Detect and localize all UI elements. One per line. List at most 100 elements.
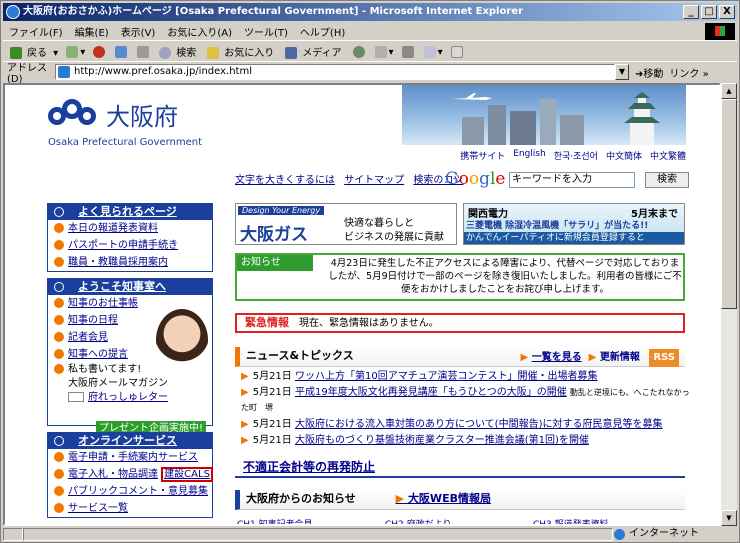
google-logo: Google bbox=[445, 169, 506, 189]
text-size-link[interactable]: 文字を大きくするには bbox=[235, 175, 335, 186]
links-toolbar[interactable]: リンク » bbox=[663, 65, 708, 80]
orange-bullet-icon bbox=[54, 240, 64, 250]
news-link[interactable]: 大阪府における流入車対策のあり方について(中間報告)に対する府民意見等を募集 bbox=[295, 419, 663, 430]
updates-link[interactable]: 更新情報 bbox=[600, 352, 640, 363]
list-item[interactable]: パスポートの申請手続き bbox=[48, 237, 212, 254]
status-text bbox=[23, 528, 613, 541]
orange-bullet-icon bbox=[54, 486, 64, 496]
web-info-link[interactable]: ▶ 大阪WEB情報局 bbox=[396, 492, 491, 505]
history-button[interactable] bbox=[350, 45, 370, 58]
discuss-button[interactable] bbox=[448, 45, 468, 58]
news-link[interactable]: 平成19年度大阪文化再発見講座「もうひとつの大阪」の開催 bbox=[295, 387, 567, 398]
news-header: ニュース&トピックス ▶ 一覧を見る ▶ 更新情報 RSS bbox=[235, 347, 685, 367]
zone-label: インターネット bbox=[629, 528, 699, 539]
channel-2-link[interactable]: CH2 府政だより bbox=[385, 517, 451, 524]
osaka-gas-banner[interactable]: Design Your Energy 大阪ガス 快適な暮らしと ビジネスの発展に… bbox=[235, 203, 457, 245]
korean-link[interactable]: 한국·조선어 bbox=[554, 149, 598, 162]
forward-button[interactable]: ▾ bbox=[63, 45, 88, 58]
orange-bullet-icon bbox=[54, 469, 64, 479]
print-icon bbox=[401, 45, 414, 58]
emergency-label: 緊急情報 bbox=[245, 316, 289, 329]
list-item[interactable]: 電子申請・手続案内サービス bbox=[48, 449, 212, 466]
vertical-scrollbar[interactable]: ▲ ▼ bbox=[721, 83, 737, 526]
chinese-traditional-link[interactable]: 中文繁體 bbox=[650, 149, 686, 162]
home-button[interactable] bbox=[134, 45, 154, 58]
menu-view[interactable]: 表示(V) bbox=[115, 24, 162, 39]
scroll-up-arrow[interactable]: ▲ bbox=[721, 83, 737, 99]
letter-label: 府れっしゅレター bbox=[88, 392, 168, 403]
gas-name: 大阪ガス bbox=[240, 225, 308, 245]
orange-bullet-icon bbox=[54, 349, 64, 359]
online-services-title[interactable]: オンラインサービス bbox=[70, 433, 177, 449]
search-row: 文字を大きくするには サイトマップ 検索のコツ Google キーワードを入力 … bbox=[235, 169, 689, 191]
channel-3-link[interactable]: CH3 報道発表資料 bbox=[533, 517, 609, 524]
home-icon bbox=[137, 45, 150, 58]
web-info-label: 大阪WEB情報局 bbox=[407, 492, 491, 505]
title-bar: 大阪府(おおさかふ)ホームページ [Osaka Prefectural Gove… bbox=[3, 3, 737, 21]
list-item-label: 記者会見 bbox=[68, 332, 108, 343]
rss-icon[interactable]: RSS bbox=[649, 349, 679, 367]
page-icon bbox=[58, 66, 70, 78]
menu-help[interactable]: ヘルプ(H) bbox=[294, 24, 351, 39]
list-item-label: 本日の報道発表資料 bbox=[68, 223, 158, 234]
list-item[interactable]: サービス一覧 bbox=[48, 500, 212, 517]
sitemap-link[interactable]: サイトマップ bbox=[344, 175, 404, 186]
media-icon bbox=[285, 47, 298, 59]
url-field[interactable]: http://www.pref.osaka.jp/index.html bbox=[55, 64, 615, 80]
back-button[interactable]: 戻る ▾ bbox=[7, 44, 61, 59]
list-item[interactable]: 本日の報道発表資料 bbox=[48, 220, 212, 237]
site-logo-text[interactable]: 大阪府 bbox=[106, 97, 178, 132]
list-item-label: 職員・教職員採用案内 bbox=[68, 257, 168, 268]
scroll-down-arrow[interactable]: ▼ bbox=[721, 510, 737, 526]
channel-1-link[interactable]: CH1 知事記者会見 bbox=[237, 517, 313, 524]
menu-edit[interactable]: 編集(E) bbox=[69, 24, 115, 39]
letter-link[interactable]: 府れっしゅレター bbox=[48, 390, 212, 405]
language-links: 携帯サイト English 한국·조선어 中文簡体 中文繁體 bbox=[402, 149, 686, 162]
e-bidding-link[interactable]: 電子入札・物品調達 bbox=[68, 469, 158, 480]
list-item[interactable]: パブリックコメント・意見募集 bbox=[48, 483, 212, 500]
menu-favorites[interactable]: お気に入り(A) bbox=[161, 24, 238, 39]
improper-accounting-link[interactable]: 不適正会計等の再発防止 bbox=[235, 458, 685, 478]
orange-bullet-icon bbox=[54, 223, 64, 233]
kansai-electric-banner[interactable]: 関西電力 5月末まで 三菱電機 除湿冷温風機「サラリ」が当たる!! かんでんイー… bbox=[463, 203, 685, 245]
mail-button[interactable]: ▾ bbox=[372, 45, 397, 58]
kepco-cta: かんでんイーパティオに新規会員登録すると bbox=[464, 232, 684, 244]
edit-button[interactable]: ▾ bbox=[421, 45, 446, 58]
stop-button[interactable] bbox=[90, 45, 110, 58]
refresh-button[interactable] bbox=[112, 45, 132, 58]
search-input[interactable]: キーワードを入力 bbox=[509, 172, 635, 188]
english-link[interactable]: English bbox=[513, 149, 546, 162]
menu-tools[interactable]: ツール(T) bbox=[238, 24, 294, 39]
menu-file[interactable]: ファイル(F) bbox=[3, 24, 69, 39]
maximize-button[interactable]: □ bbox=[701, 5, 717, 19]
address-dropdown[interactable]: ▼ bbox=[615, 64, 629, 80]
list-item-label: 知事のお仕事帳 bbox=[68, 298, 138, 309]
notice-tag: お知らせ bbox=[237, 255, 313, 271]
page-viewport: 大阪府 Osaka Prefectural Government 携帯サイト E… bbox=[3, 83, 721, 526]
news-date: 5月21日 bbox=[252, 371, 292, 382]
chinese-simplified-link[interactable]: 中文簡体 bbox=[606, 149, 642, 162]
media-button[interactable]: メディア bbox=[282, 44, 347, 59]
governor-title[interactable]: ようこそ知事室へ bbox=[70, 279, 166, 295]
list-item[interactable]: 職員・教職員採用案内 bbox=[48, 254, 212, 271]
search-submit-button[interactable]: 検索 bbox=[645, 172, 689, 188]
search-button[interactable]: 検索 bbox=[156, 44, 202, 59]
popular-pages-title[interactable]: よく見られるページ bbox=[70, 204, 177, 220]
print-button[interactable] bbox=[399, 45, 419, 58]
favorites-label: お気に入り bbox=[224, 48, 275, 59]
news-link[interactable]: 大阪府ものづくり基盤技術産業クラスター推進会議(第1回)を開催 bbox=[295, 435, 589, 446]
construction-cals-link[interactable]: 建設CALS bbox=[161, 467, 213, 482]
media-label: メディア bbox=[302, 48, 342, 59]
news-link[interactable]: ワッハ上方「第10回アマチュア演芸コンテスト」開催・出場者募集 bbox=[295, 371, 598, 382]
browser-window: 大阪府(おおさかふ)ホームページ [Osaka Prefectural Gove… bbox=[0, 0, 740, 543]
minimize-button[interactable]: _ bbox=[683, 5, 699, 19]
osaka-logo-icon[interactable] bbox=[48, 99, 100, 127]
see-all-link[interactable]: 一覧を見る bbox=[532, 352, 582, 363]
close-button[interactable]: X bbox=[719, 5, 735, 19]
favorites-button[interactable]: お気に入り bbox=[204, 44, 280, 59]
mobile-site-link[interactable]: 携帯サイト bbox=[460, 149, 505, 162]
status-page-icon bbox=[3, 528, 23, 541]
kepco-product: 三菱電機 除湿冷温風機「サラリ」が当たる!! bbox=[466, 221, 649, 231]
go-button[interactable]: ➜移動 bbox=[629, 65, 663, 80]
scroll-thumb[interactable] bbox=[721, 99, 737, 309]
